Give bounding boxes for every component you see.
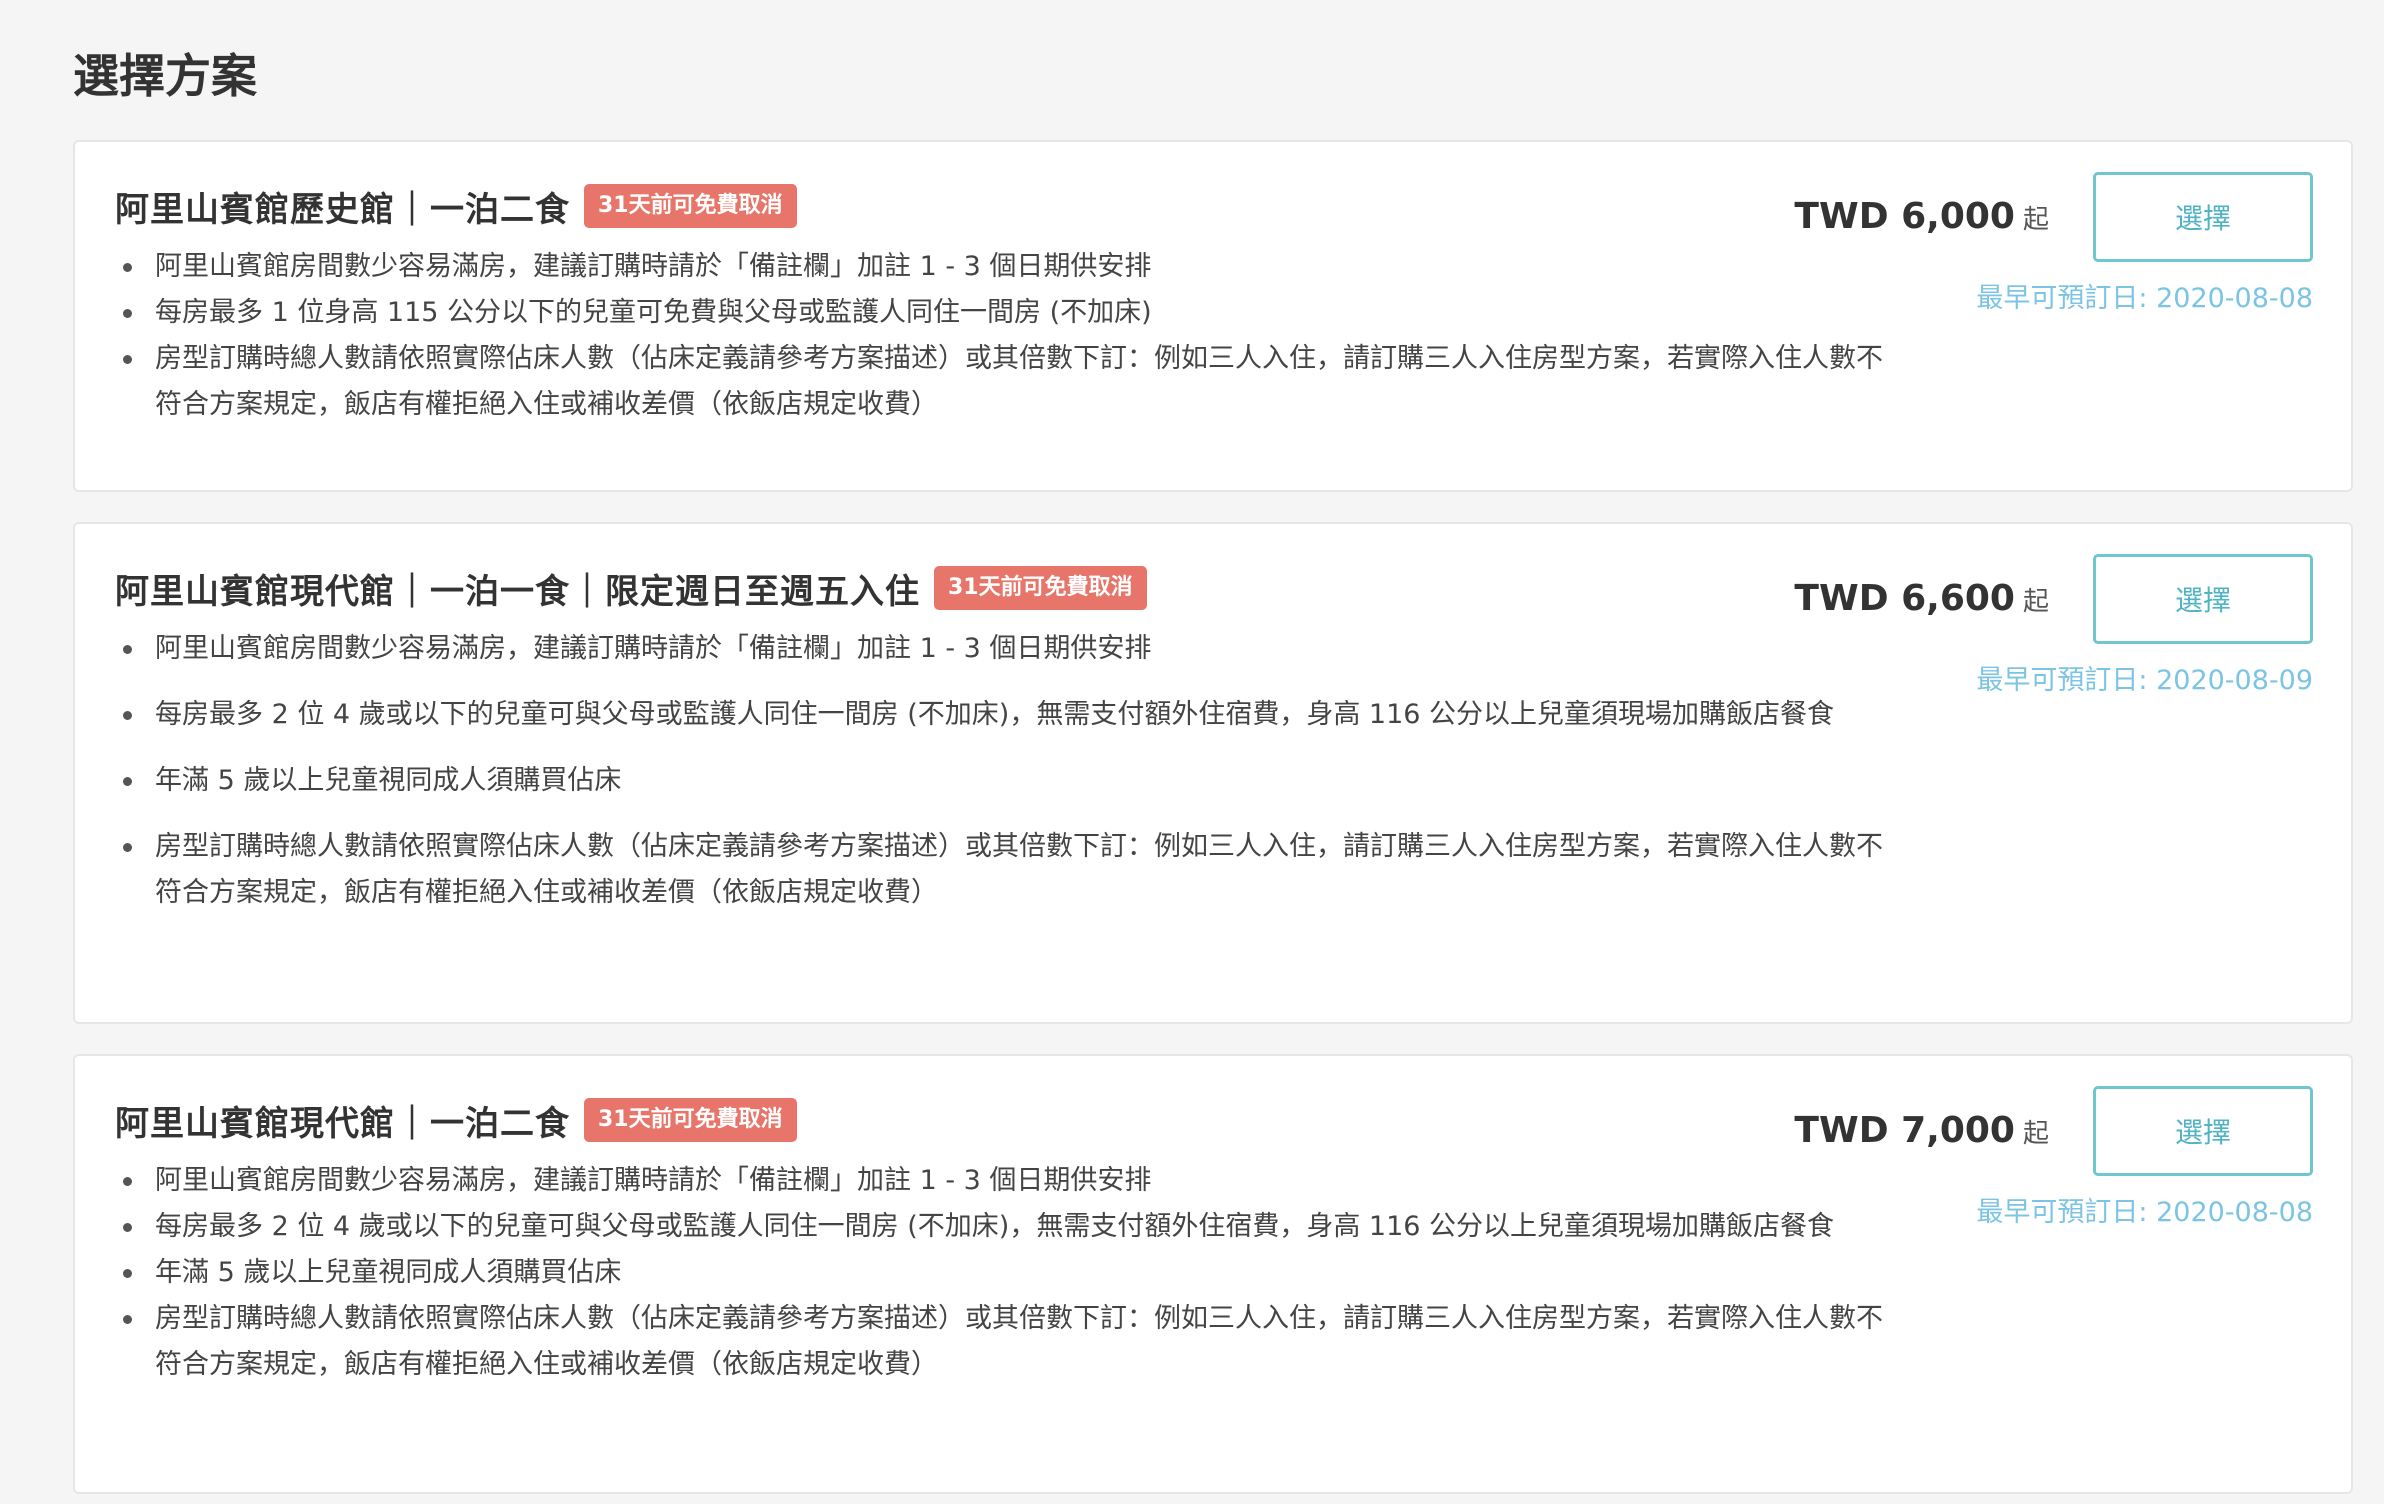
plan-price: TWD 6,000 起 bbox=[1794, 196, 2049, 237]
price-area: TWD 6,600 起 選擇 最早可預訂日: 2020-08-09 bbox=[1794, 554, 2313, 704]
plan-price: TWD 6,600 起 bbox=[1794, 578, 2049, 619]
plan-note: 阿里山賓館房間數少容易滿房，建議訂購時請於「備註欄」加註 1 - 3 個日期供安… bbox=[115, 626, 1895, 672]
price-amount: TWD 6,600 bbox=[1794, 578, 2015, 619]
plan-title: 阿里山賓館現代館｜一泊一食｜限定週日至週五入住 bbox=[115, 571, 920, 612]
plan-details: 阿里山賓館現代館｜一泊二食 31天前可免費取消 阿里山賓館房間數少容易滿房，建議… bbox=[115, 1094, 1895, 1388]
select-plan-button[interactable]: 選擇 bbox=[2093, 1086, 2313, 1176]
plan-details: 阿里山賓館歷史館｜一泊二食 31天前可免費取消 阿里山賓館房間數少容易滿房，建議… bbox=[115, 180, 1895, 428]
price-amount: TWD 6,000 bbox=[1794, 196, 2015, 237]
select-plan-button[interactable]: 選擇 bbox=[2093, 554, 2313, 644]
earliest-booking-date: 最早可預訂日: 2020-08-09 bbox=[1976, 665, 2313, 696]
plan-title-row: 阿里山賓館現代館｜一泊一食｜限定週日至週五入住 31天前可免費取消 bbox=[115, 562, 1895, 614]
plan-note: 年滿 5 歲以上兒童視同成人須購買佔床 bbox=[115, 1250, 1895, 1296]
plan-selection-page: 選擇方案 阿里山賓館歷史館｜一泊二食 31天前可免費取消 阿里山賓館房間數少容易… bbox=[0, 0, 2384, 1504]
plan-details: 阿里山賓館現代館｜一泊一食｜限定週日至週五入住 31天前可免費取消 阿里山賓館房… bbox=[115, 562, 1895, 936]
free-cancellation-badge: 31天前可免費取消 bbox=[584, 184, 797, 228]
plan-card: 阿里山賓館現代館｜一泊二食 31天前可免費取消 阿里山賓館房間數少容易滿房，建議… bbox=[73, 1054, 2353, 1494]
plan-note: 每房最多 2 位 4 歲或以下的兒童可與父母或監護人同住一間房 (不加床)，無需… bbox=[115, 692, 1895, 738]
earliest-booking-date: 最早可預訂日: 2020-08-08 bbox=[1976, 283, 2313, 314]
plan-note: 房型訂購時總人數請依照實際佔床人數（佔床定義請參考方案描述）或其倍數下訂：例如三… bbox=[115, 824, 1895, 916]
plan-note: 房型訂購時總人數請依照實際佔床人數（佔床定義請參考方案描述）或其倍數下訂：例如三… bbox=[115, 336, 1895, 428]
plan-card: 阿里山賓館歷史館｜一泊二食 31天前可免費取消 阿里山賓館房間數少容易滿房，建議… bbox=[73, 140, 2353, 492]
plan-note: 阿里山賓館房間數少容易滿房，建議訂購時請於「備註欄」加註 1 - 3 個日期供安… bbox=[115, 1158, 1895, 1204]
price-suffix: 起 bbox=[2022, 205, 2049, 235]
earliest-booking-date: 最早可預訂日: 2020-08-08 bbox=[1976, 1197, 2313, 1228]
plan-note: 年滿 5 歲以上兒童視同成人須購買佔床 bbox=[115, 758, 1895, 804]
price-suffix: 起 bbox=[2022, 587, 2049, 617]
plan-title: 阿里山賓館現代館｜一泊二食 bbox=[115, 1103, 570, 1144]
plan-note: 阿里山賓館房間數少容易滿房，建議訂購時請於「備註欄」加註 1 - 3 個日期供安… bbox=[115, 244, 1895, 290]
plan-notes-list: 阿里山賓館房間數少容易滿房，建議訂購時請於「備註欄」加註 1 - 3 個日期供安… bbox=[115, 244, 1895, 428]
price-area: TWD 7,000 起 選擇 最早可預訂日: 2020-08-08 bbox=[1794, 1086, 2313, 1236]
plan-title-row: 阿里山賓館歷史館｜一泊二食 31天前可免費取消 bbox=[115, 180, 1895, 232]
plan-price: TWD 7,000 起 bbox=[1794, 1110, 2049, 1151]
plan-note: 每房最多 1 位身高 115 公分以下的兒童可免費與父母或監護人同住一間房 (不… bbox=[115, 290, 1895, 336]
plan-title-row: 阿里山賓館現代館｜一泊二食 31天前可免費取消 bbox=[115, 1094, 1895, 1146]
plan-note: 房型訂購時總人數請依照實際佔床人數（佔床定義請參考方案描述）或其倍數下訂：例如三… bbox=[115, 1296, 1895, 1388]
plan-title: 阿里山賓館歷史館｜一泊二食 bbox=[115, 189, 570, 230]
free-cancellation-badge: 31天前可免費取消 bbox=[934, 566, 1147, 610]
price-area: TWD 6,000 起 選擇 最早可預訂日: 2020-08-08 bbox=[1794, 172, 2313, 322]
section-title: 選擇方案 bbox=[73, 49, 257, 103]
plan-notes-list: 阿里山賓館房間數少容易滿房，建議訂購時請於「備註欄」加註 1 - 3 個日期供安… bbox=[115, 1158, 1895, 1388]
plan-note: 每房最多 2 位 4 歲或以下的兒童可與父母或監護人同住一間房 (不加床)，無需… bbox=[115, 1204, 1895, 1250]
price-suffix: 起 bbox=[2022, 1119, 2049, 1149]
select-plan-button[interactable]: 選擇 bbox=[2093, 172, 2313, 262]
free-cancellation-badge: 31天前可免費取消 bbox=[584, 1098, 797, 1142]
price-amount: TWD 7,000 bbox=[1794, 1110, 2015, 1151]
plan-notes-list: 阿里山賓館房間數少容易滿房，建議訂購時請於「備註欄」加註 1 - 3 個日期供安… bbox=[115, 626, 1895, 916]
plan-card: 阿里山賓館現代館｜一泊一食｜限定週日至週五入住 31天前可免費取消 阿里山賓館房… bbox=[73, 522, 2353, 1024]
